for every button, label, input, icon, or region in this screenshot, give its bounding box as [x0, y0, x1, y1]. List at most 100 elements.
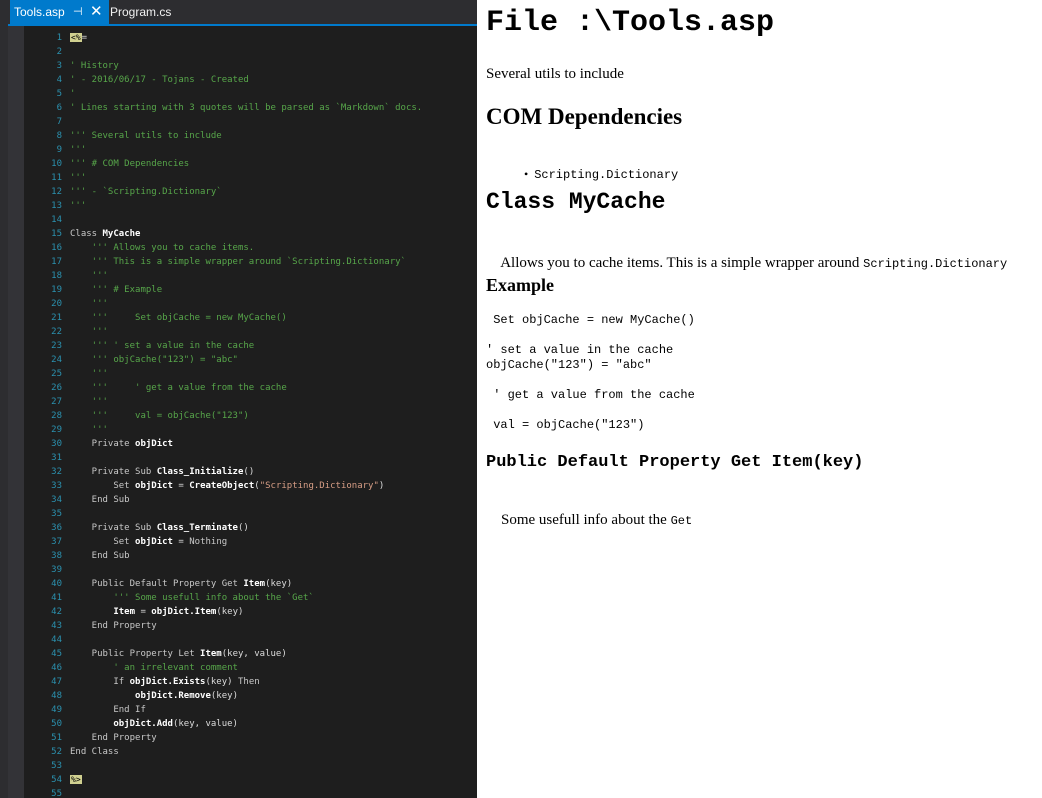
line-number: 40 [51, 579, 62, 589]
code-line[interactable]: 7 [8, 115, 477, 129]
token-comment: ''' [70, 173, 87, 183]
code-line[interactable]: 29 ''' [8, 423, 477, 437]
code-line[interactable]: 14 [8, 213, 477, 227]
code-line[interactable]: 51 End Property [8, 731, 477, 745]
code-line[interactable]: 41 ''' Some usefull info about the `Get` [8, 591, 477, 605]
pin-icon[interactable]: ⊣ [73, 0, 83, 24]
code-line[interactable]: 5 ' [8, 87, 477, 101]
token-comment: ''' [70, 271, 108, 281]
token-bold: Item [70, 607, 136, 617]
tab-program-cs[interactable]: Program.cs [110, 0, 171, 24]
line-number: 36 [51, 523, 62, 533]
code-text: ''' [70, 325, 108, 339]
code-line[interactable]: 2 [8, 45, 477, 59]
code-line[interactable]: 27 ''' [8, 395, 477, 409]
code-line[interactable]: 48 objDict.Remove(key) [8, 689, 477, 703]
code-line[interactable]: 26 ''' ' get a value from the cache [8, 381, 477, 395]
code-line[interactable]: 19 ''' # Example [8, 283, 477, 297]
code-line[interactable]: 32 Private Sub Class_Initialize() [8, 465, 477, 479]
code-text: ''' # Example [70, 283, 162, 297]
code-line[interactable]: 35 [8, 507, 477, 521]
code-line[interactable]: 4 ' - 2016/06/17 - Tojans - Created [8, 73, 477, 87]
code-line[interactable]: 55 [8, 787, 477, 798]
code-text: ''' Several utils to include [70, 129, 222, 143]
code-line[interactable]: 9 ''' [8, 143, 477, 157]
code-line[interactable]: 13 ''' [8, 199, 477, 213]
code-line[interactable]: 16 ''' Allows you to cache items. [8, 241, 477, 255]
token-bold: objDict.Remove [70, 691, 211, 701]
intro-text: Several utils to include [486, 66, 624, 82]
code-line[interactable]: 3 ' History [8, 59, 477, 73]
markdown-preview-pane: File :\Tools.asp Several utils to includ… [477, 0, 1042, 798]
code-line[interactable]: 11 ''' [8, 171, 477, 185]
code-line[interactable]: 44 [8, 633, 477, 647]
token-comment: ''' [70, 397, 108, 407]
code-line[interactable]: 21 ''' Set objCache = new MyCache() [8, 311, 477, 325]
code-line[interactable]: 15 Class MyCache [8, 227, 477, 241]
line-number: 7 [56, 117, 62, 127]
code-line[interactable]: 12 ''' - `Scripting.Dictionary` [8, 185, 477, 199]
token-plain: (key) [216, 607, 244, 617]
token-bold: CreateObject [189, 481, 255, 491]
code-line[interactable]: 30 Private objDict [8, 437, 477, 451]
code-line[interactable]: 47 If objDict.Exists(key) Then [8, 675, 477, 689]
tab-tools-asp[interactable]: Tools.asp ⊣ ✕ [10, 0, 109, 24]
code-line[interactable]: 52 End Class [8, 745, 477, 759]
token-plain: = [172, 481, 190, 491]
token-comment: ''' This is a simple wrapper around `Scr… [70, 257, 406, 267]
token-bold: objDict [135, 537, 173, 547]
code-line[interactable]: 40 Public Default Property Get Item(key) [8, 577, 477, 591]
code-line[interactable]: 33 Set objDict = CreateObject("Scripting… [8, 479, 477, 493]
code-editor[interactable]: 1 <%= 2 3 ' History 4 ' - 2016/06/17 - Tojans … [8, 26, 477, 798]
bullet: • [524, 167, 535, 181]
code-line[interactable]: 17 ''' This is a simple wrapper around `… [8, 255, 477, 269]
token-comment: ''' # COM Dependencies [70, 159, 190, 169]
code-line[interactable]: 43 End Property [8, 619, 477, 633]
token-comment: ''' Allows you to cache items. [70, 243, 255, 253]
code-line[interactable]: 50 objDict.Add(key, value) [8, 717, 477, 731]
code-line[interactable]: 49 End If [8, 703, 477, 717]
code-line[interactable]: 36 Private Sub Class_Terminate() [8, 521, 477, 535]
line-number: 51 [51, 733, 62, 743]
code-line[interactable]: 20 ''' [8, 297, 477, 311]
code-line[interactable]: 38 End Sub [8, 549, 477, 563]
token-plain: ) [378, 481, 385, 491]
code-text: ''' This is a simple wrapper around `Scr… [70, 255, 406, 269]
code-line[interactable]: 25 ''' [8, 367, 477, 381]
code-line[interactable]: 42 Item = objDict.Item(key) [8, 605, 477, 619]
heading-example: Example [486, 275, 555, 295]
code-line[interactable]: 18 ''' [8, 269, 477, 283]
line-number: 27 [51, 397, 62, 407]
code-line[interactable]: 31 [8, 451, 477, 465]
code-line[interactable]: 22 ''' [8, 325, 477, 339]
code-text: Public Default Property Get Item(key) [70, 577, 293, 591]
code-text: End Sub [70, 493, 130, 507]
code-line[interactable]: 54 %> [8, 773, 477, 787]
token-plain: (key, value) [172, 719, 238, 729]
code-line[interactable]: 23 ''' ' set a value in the cache [8, 339, 477, 353]
code-line[interactable]: 24 ''' objCache("123") = "abc" [8, 353, 477, 367]
token-comment: ''' - `Scripting.Dictionary` [70, 187, 222, 197]
line-number: 54 [51, 775, 62, 785]
line-number: 55 [51, 789, 62, 798]
line-number: 25 [51, 369, 62, 379]
token-kw: Private [70, 439, 136, 449]
line-number: 20 [51, 299, 62, 309]
code-line[interactable]: 37 Set objDict = Nothing [8, 535, 477, 549]
code-line[interactable]: 8 ''' Several utils to include [8, 129, 477, 143]
code-line[interactable]: 46 ' an irrelevant comment [8, 661, 477, 675]
code-line[interactable]: 34 End Sub [8, 493, 477, 507]
token-comment: ' an irrelevant comment [70, 663, 238, 673]
close-icon[interactable]: ✕ [90, 0, 103, 24]
code-line[interactable]: 39 [8, 563, 477, 577]
code-text: %> [70, 773, 82, 787]
code-line[interactable]: 6 ' Lines starting with 3 quotes will be … [8, 101, 477, 115]
code-line[interactable]: 1 <%= [8, 31, 477, 45]
code-line[interactable]: 10 ''' # COM Dependencies [8, 157, 477, 171]
line-number: 9 [56, 145, 62, 155]
line-number: 5 [56, 89, 62, 99]
code-text: ''' val = objCache("123") [70, 409, 249, 423]
code-line[interactable]: 45 Public Property Let Item(key, value) [8, 647, 477, 661]
code-line[interactable]: 28 ''' val = objCache("123") [8, 409, 477, 423]
code-line[interactable]: 53 [8, 759, 477, 773]
